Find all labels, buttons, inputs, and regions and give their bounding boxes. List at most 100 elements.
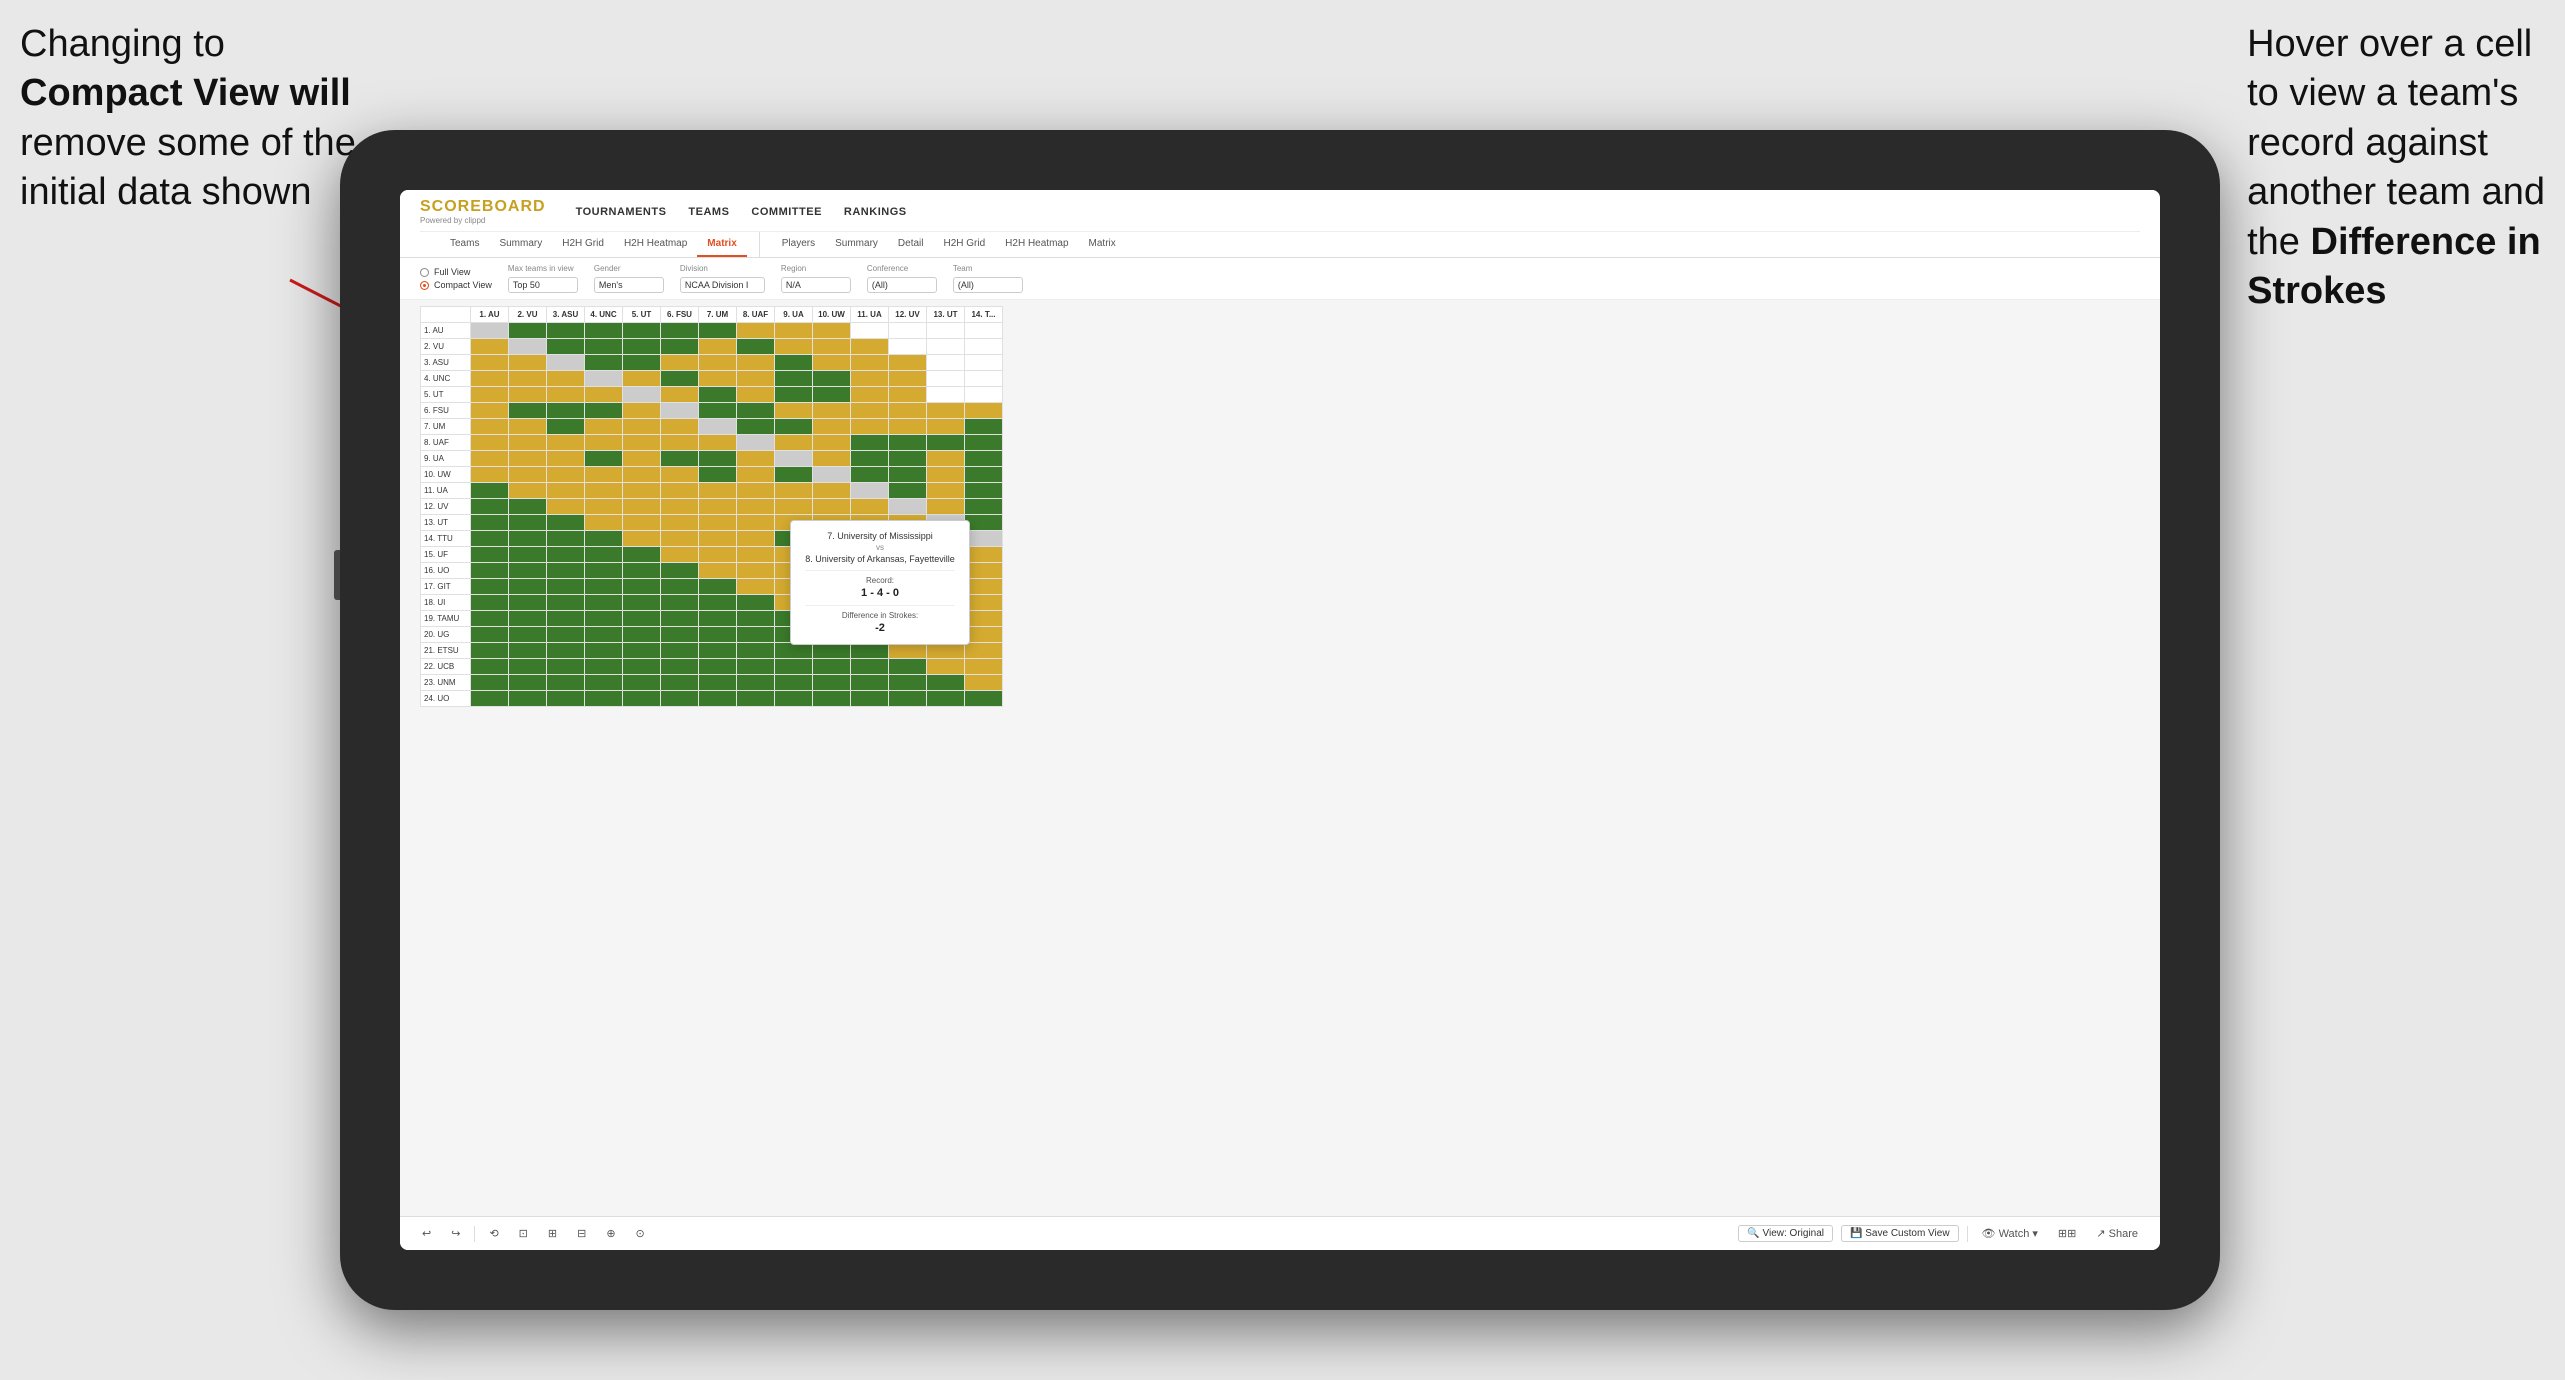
matrix-cell[interactable] [585,531,623,547]
matrix-cell[interactable] [699,627,737,643]
matrix-cell[interactable] [775,451,813,467]
matrix-cell[interactable] [965,611,1003,627]
matrix-cell[interactable] [737,499,775,515]
matrix-cell[interactable] [813,675,851,691]
matrix-cell[interactable] [737,579,775,595]
matrix-cell[interactable] [889,499,927,515]
matrix-cell[interactable] [889,323,927,339]
matrix-cell[interactable] [661,595,699,611]
matrix-cell[interactable] [775,675,813,691]
matrix-cell[interactable] [585,595,623,611]
matrix-cell[interactable] [509,371,547,387]
matrix-cell[interactable] [509,355,547,371]
matrix-cell[interactable] [509,435,547,451]
matrix-cell[interactable] [585,675,623,691]
matrix-cell[interactable] [889,483,927,499]
matrix-cell[interactable] [661,339,699,355]
matrix-cell[interactable] [509,643,547,659]
toolbar-icon6[interactable]: ⊙ [630,1225,651,1242]
matrix-cell[interactable] [813,403,851,419]
matrix-cell[interactable] [927,499,965,515]
matrix-cell[interactable] [585,339,623,355]
matrix-cell[interactable] [471,691,509,707]
matrix-cell[interactable] [547,419,585,435]
matrix-cell[interactable] [965,387,1003,403]
matrix-cell[interactable] [509,387,547,403]
matrix-cell[interactable] [889,467,927,483]
matrix-cell[interactable] [775,323,813,339]
redo-button[interactable]: ↪ [445,1225,466,1242]
matrix-cell[interactable] [737,531,775,547]
matrix-cell[interactable] [851,691,889,707]
matrix-cell[interactable] [699,563,737,579]
matrix-cell[interactable] [889,371,927,387]
matrix-cell[interactable] [585,659,623,675]
max-teams-select[interactable]: Top 50 [508,277,578,293]
sub-tab-h2hheatmap2[interactable]: H2H Heatmap [995,232,1078,257]
toolbar-icon2[interactable]: ⊡ [513,1225,534,1242]
matrix-cell[interactable] [699,387,737,403]
matrix-cell[interactable] [965,627,1003,643]
matrix-cell[interactable] [623,643,661,659]
toolbar-icon1[interactable]: ⟲ [483,1225,504,1242]
matrix-cell[interactable] [509,691,547,707]
matrix-cell[interactable] [775,691,813,707]
matrix-cell[interactable] [509,547,547,563]
matrix-cell[interactable] [585,451,623,467]
matrix-cell[interactable] [623,547,661,563]
matrix-cell[interactable] [585,387,623,403]
matrix-cell[interactable] [851,451,889,467]
matrix-cell[interactable] [509,483,547,499]
matrix-cell[interactable] [547,659,585,675]
gender-select[interactable]: Men's [594,277,664,293]
nav-rankings[interactable]: RANKINGS [844,202,907,222]
matrix-cell[interactable] [623,531,661,547]
matrix-cell[interactable] [737,563,775,579]
matrix-cell[interactable] [737,371,775,387]
matrix-cell[interactable] [851,675,889,691]
matrix-cell[interactable] [547,403,585,419]
matrix-cell[interactable] [851,371,889,387]
nav-committee[interactable]: COMMITTEE [751,202,822,222]
matrix-cell[interactable] [661,483,699,499]
matrix-cell[interactable] [471,339,509,355]
matrix-cell[interactable] [927,403,965,419]
matrix-cell[interactable] [509,419,547,435]
matrix-cell[interactable] [509,579,547,595]
matrix-cell[interactable] [471,403,509,419]
matrix-cell[interactable] [927,451,965,467]
full-view-radio[interactable]: Full View [420,267,492,277]
matrix-cell[interactable] [547,483,585,499]
matrix-cell[interactable] [699,659,737,675]
matrix-cell[interactable] [471,467,509,483]
matrix-cell[interactable] [889,387,927,403]
matrix-cell[interactable] [547,643,585,659]
matrix-cell[interactable] [585,547,623,563]
matrix-cell[interactable] [737,403,775,419]
matrix-cell[interactable] [699,531,737,547]
matrix-cell[interactable] [775,467,813,483]
matrix-cell[interactable] [813,323,851,339]
matrix-cell[interactable] [965,595,1003,611]
save-custom-button[interactable]: 💾 Save Custom View [1841,1225,1959,1242]
sub-tab-matrix1[interactable]: Matrix [697,232,746,257]
matrix-cell[interactable] [623,467,661,483]
matrix-cell[interactable] [471,531,509,547]
matrix-cell[interactable] [851,355,889,371]
matrix-cell[interactable] [927,387,965,403]
matrix-cell[interactable] [623,435,661,451]
matrix-cell[interactable] [509,675,547,691]
matrix-cell[interactable] [813,691,851,707]
matrix-cell[interactable] [471,355,509,371]
matrix-cell[interactable] [471,515,509,531]
matrix-cell[interactable] [699,467,737,483]
matrix-cell[interactable] [737,627,775,643]
matrix-cell[interactable] [927,659,965,675]
conference-select[interactable]: (All) [867,277,937,293]
matrix-cell[interactable] [851,435,889,451]
matrix-cell[interactable] [509,467,547,483]
matrix-cell[interactable] [661,387,699,403]
nav-tournaments[interactable]: TOURNAMENTS [576,202,667,222]
matrix-cell[interactable] [623,323,661,339]
matrix-cell[interactable] [547,355,585,371]
